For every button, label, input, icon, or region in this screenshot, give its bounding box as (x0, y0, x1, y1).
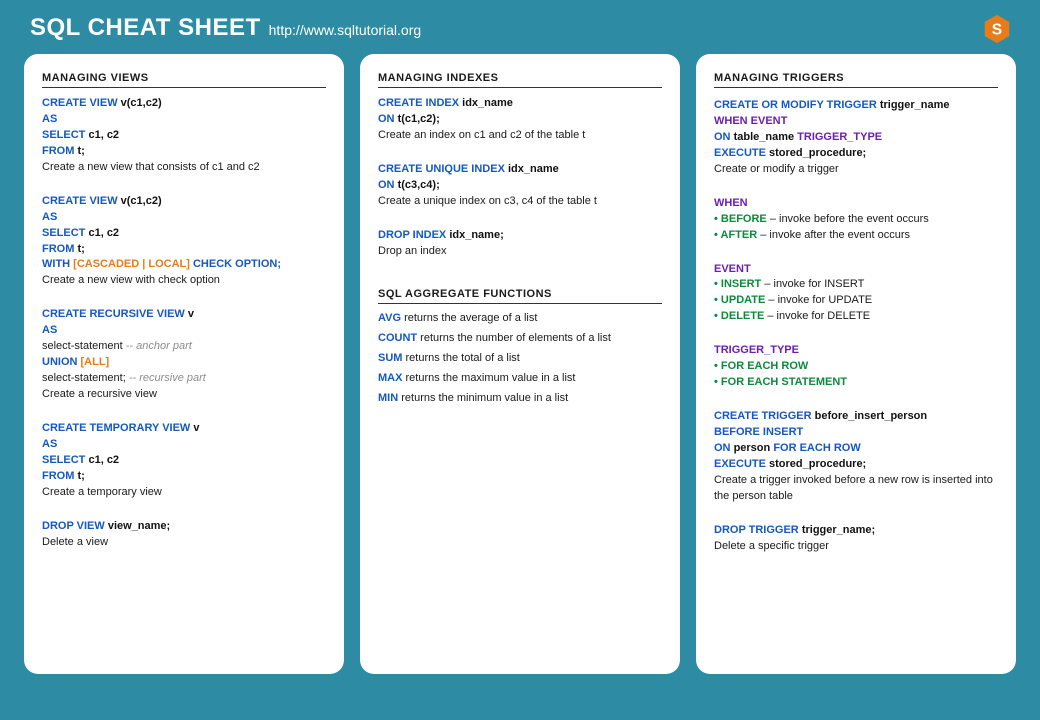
list-item: UPDATE – invoke for UPDATE (714, 293, 998, 309)
logo-icon: S (984, 14, 1010, 44)
view-block: DROP VIEW view_name;Delete a view (42, 519, 326, 551)
code: CREATE TEMPORARY VIEW vASSELECT c1, c2FR… (42, 421, 326, 485)
desc: Drop an index (378, 244, 662, 260)
fn-desc: returns the number of elements of a list (420, 332, 611, 344)
desc: Create a recursive view (42, 387, 326, 403)
fn-name: COUNT (378, 332, 417, 344)
fn-name: MAX (378, 372, 402, 384)
bullet-kw: INSERT (721, 278, 761, 290)
trigger-drop-block: DROP TRIGGER trigger_name; Delete a spec… (714, 523, 998, 555)
view-block: CREATE TEMPORARY VIEW vASSELECT c1, c2FR… (42, 421, 326, 501)
code: CREATE RECURSIVE VIEW vASselect-statemen… (42, 307, 326, 387)
bullet-kw: DELETE (721, 310, 764, 322)
list-item: FOR EACH STATEMENT (714, 375, 998, 391)
code-drop-trigger: DROP TRIGGER trigger_name; (714, 523, 998, 539)
bullet-kw: FOR EACH ROW (721, 360, 808, 372)
when-label: WHEN (714, 196, 998, 212)
fn-desc: returns the average of a list (404, 312, 537, 324)
section-title-aggregate: SQL AGGREGATE FUNCTIONS (378, 288, 662, 304)
bullet-text: – invoke after the event occurs (757, 229, 910, 241)
fn-name: AVG (378, 312, 401, 324)
trigger-example-block: CREATE TRIGGER before_insert_personBEFOR… (714, 409, 998, 505)
code: CREATE VIEW v(c1,c2)ASSELECT c1, c2FROM … (42, 96, 326, 160)
bullet-text: – invoke for INSERT (761, 278, 864, 290)
bullet-text: – invoke for DELETE (764, 310, 870, 322)
view-block: CREATE VIEW v(c1,c2)ASSELECT c1, c2FROM … (42, 96, 326, 176)
list-item: BEFORE – invoke before the event occurs (714, 212, 998, 228)
desc: Create a unique index on c3, c4 of the t… (378, 194, 662, 210)
fn-desc: returns the minimum value in a list (401, 392, 568, 404)
list-item: FOR EACH ROW (714, 359, 998, 375)
desc: Create a temporary view (42, 485, 326, 501)
view-block: CREATE VIEW v(c1,c2)ASSELECT c1, c2FROM … (42, 194, 326, 290)
section-title-views: MANAGING VIEWS (42, 72, 326, 88)
view-block: CREATE RECURSIVE VIEW vASselect-statemen… (42, 307, 326, 403)
trigger-when-block: WHEN BEFORE – invoke before the event oc… (714, 196, 998, 244)
card-indexes: MANAGING INDEXES CREATE INDEX idx_nameON… (360, 54, 680, 674)
card-triggers: MANAGING TRIGGERS CREATE OR MODIFY TRIGG… (696, 54, 1016, 674)
code-create-trigger: CREATE OR MODIFY TRIGGER trigger_nameWHE… (714, 98, 998, 162)
code-trigger-example: CREATE TRIGGER before_insert_personBEFOR… (714, 409, 998, 473)
bullet-kw: UPDATE (721, 294, 765, 306)
desc: Delete a view (42, 535, 326, 551)
aggregate-fn-row: SUM returns the total of a list (378, 352, 662, 364)
page-header: SQL CHEAT SHEET http://www.sqltutorial.o… (0, 0, 1040, 54)
svg-text:S: S (992, 21, 1002, 38)
list-item: INSERT – invoke for INSERT (714, 277, 998, 293)
index-block: DROP INDEX idx_name;Drop an index (378, 228, 662, 260)
bullet-text: – invoke before the event occurs (767, 213, 929, 225)
list-item: AFTER – invoke after the event occurs (714, 228, 998, 244)
bullet-text: – invoke for UPDATE (765, 294, 872, 306)
bullet-kw: BEFORE (721, 213, 767, 225)
desc-create-trigger: Create or modify a trigger (714, 162, 998, 178)
aggregate-fn-row: MAX returns the maximum value in a list (378, 372, 662, 384)
aggregate-fn-row: MIN returns the minimum value in a list (378, 392, 662, 404)
aggregate-fn-row: COUNT returns the number of elements of … (378, 332, 662, 344)
list-item: DELETE – invoke for DELETE (714, 309, 998, 325)
code: CREATE UNIQUE INDEX idx_nameON t(c3,c4); (378, 162, 662, 194)
desc: Create a new view with check option (42, 273, 326, 289)
index-block: CREATE INDEX idx_nameON t(c1,c2);Create … (378, 96, 662, 144)
code: DROP VIEW view_name; (42, 519, 326, 535)
fn-name: SUM (378, 352, 402, 364)
columns-wrap: MANAGING VIEWS CREATE VIEW v(c1,c2)ASSEL… (0, 54, 1040, 698)
page-title: SQL CHEAT SHEET (30, 14, 261, 42)
index-block: CREATE UNIQUE INDEX idx_nameON t(c3,c4);… (378, 162, 662, 210)
desc: Create an index on c1 and c2 of the tabl… (378, 128, 662, 144)
code: DROP INDEX idx_name; (378, 228, 662, 244)
trigger-type-block: TRIGGER_TYPE FOR EACH ROW FOR EACH STATEM… (714, 343, 998, 391)
section-title-indexes: MANAGING INDEXES (378, 72, 662, 88)
desc-trigger-example: Create a trigger invoked before a new ro… (714, 473, 998, 505)
card-views: MANAGING VIEWS CREATE VIEW v(c1,c2)ASSEL… (24, 54, 344, 674)
page-url: http://www.sqltutorial.org (269, 22, 422, 38)
desc-drop-trigger: Delete a specific trigger (714, 539, 998, 555)
fn-desc: returns the maximum value in a list (406, 372, 576, 384)
fn-name: MIN (378, 392, 398, 404)
desc: Create a new view that consists of c1 an… (42, 160, 326, 176)
type-label: TRIGGER_TYPE (714, 343, 998, 359)
event-label: EVENT (714, 262, 998, 278)
trigger-event-block: EVENT INSERT – invoke for INSERTUPDATE –… (714, 262, 998, 326)
bullet-kw: FOR EACH STATEMENT (721, 376, 847, 388)
code: CREATE VIEW v(c1,c2)ASSELECT c1, c2FROM … (42, 194, 326, 274)
bullet-kw: AFTER (721, 229, 758, 241)
trigger-create-block: CREATE OR MODIFY TRIGGER trigger_nameWHE… (714, 98, 998, 178)
fn-desc: returns the total of a list (406, 352, 520, 364)
code: CREATE INDEX idx_nameON t(c1,c2); (378, 96, 662, 128)
aggregate-fn-row: AVG returns the average of a list (378, 312, 662, 324)
section-title-triggers: MANAGING TRIGGERS (714, 72, 998, 88)
